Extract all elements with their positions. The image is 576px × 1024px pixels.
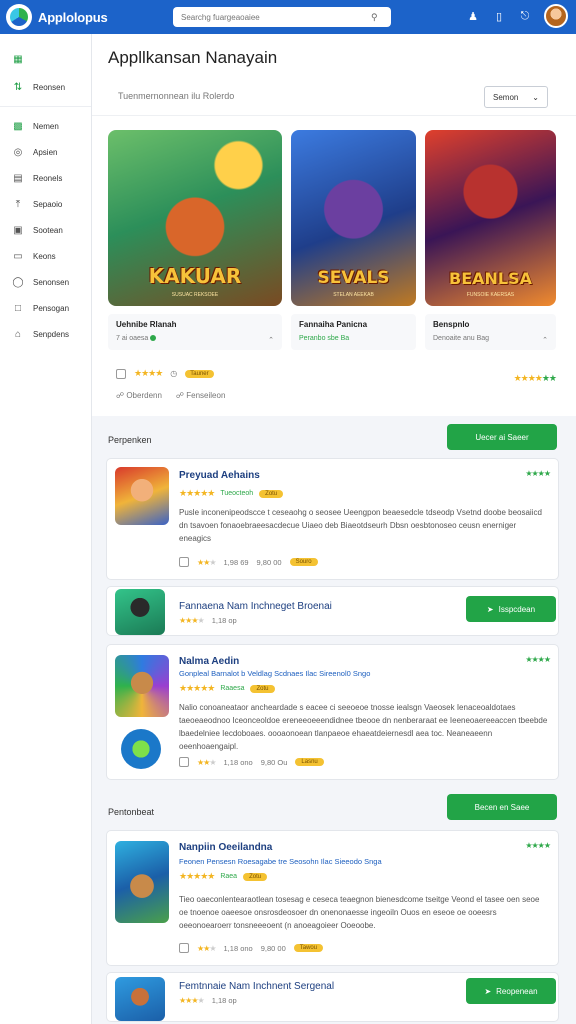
grid-icon: ▦ <box>13 53 23 65</box>
rocket-icon: ➤ <box>484 986 492 996</box>
app-thumbnail <box>115 841 169 923</box>
checkbox[interactable] <box>179 757 189 767</box>
app-card[interactable]: Preyuad Aehains ★★★★ ★★★★★ Tueocteoh Zot… <box>106 458 559 580</box>
section-header: Pentonbeat Becen en Saee <box>92 792 576 834</box>
featured-badge: Tauner <box>185 369 214 378</box>
filter-label: Tuenmernonnean ilu Rolerdo <box>118 91 235 101</box>
rating-stars: ★★★★★ <box>179 488 215 498</box>
brand-name: Applolopus <box>38 9 108 25</box>
featured-info: Benspnlo Denoaite anu Bag ⌃ <box>425 314 556 350</box>
sync-icon: ⇅ <box>13 81 23 93</box>
top-bar: Applolopus ⚲ ♟ ▯ ⎋ <box>0 0 576 34</box>
app-thumbnail <box>115 977 165 1021</box>
list-icon: ▩ <box>13 120 23 132</box>
sidebar-item-apsien[interactable]: ◎ Apsien <box>0 139 91 165</box>
featured-card[interactable]: KAKUAR SUSUAC REKSOEE Uehnibe Rlanah 7 a… <box>108 130 282 350</box>
featured-section: KAKUAR SUSUAC REKSOEE Uehnibe Rlanah 7 a… <box>92 116 576 416</box>
link-oberdenn[interactable]: ☍ Oberdenn <box>116 391 162 400</box>
sort-select[interactable]: Semon ⌄ <box>484 86 548 108</box>
featured-rating-right: ★★★★★★ <box>513 373 557 383</box>
app-description: Nalio conoaneataor ancheardade s eacee c… <box>179 703 548 751</box>
section-action-button[interactable]: Becen en Saee <box>447 794 557 820</box>
app-thumbnail <box>115 655 169 717</box>
app-thumbnail <box>115 467 169 525</box>
card-icon: ▭ <box>13 250 23 262</box>
upload-icon: ⤒ <box>15 198 21 210</box>
home-icon: ⌂ <box>14 328 22 340</box>
sidebar-item-grid[interactable]: ▦ <box>0 46 91 72</box>
sidebar: ▦ ⇅ Reonsen ▩ Nemen ◎ Apsien ▤ Reonels ⤒ Sepa… <box>0 34 92 1024</box>
chevron-down-icon: ⌄ <box>532 92 539 102</box>
sidebar-item-sootean[interactable]: ▣ Sootean <box>0 217 91 243</box>
rating-stars: ★★★★ <box>525 841 551 850</box>
page-title: Appllkansan Nanayain <box>108 48 278 67</box>
install-button[interactable]: ➤ Reopenean <box>466 978 556 1004</box>
app-card-compact[interactable]: Fannaena Nam Inchneget Broenai ★★★★ 1,18… <box>106 586 559 636</box>
app-meta: ★★★ 1,18 ono 9,80 00 Tawou <box>179 943 324 953</box>
user-icon[interactable]: ♟ <box>466 10 480 23</box>
rocket-icon: ➤ <box>486 604 494 614</box>
filter-row: Tuenmernonnean ilu Rolerdo Semon ⌄ <box>108 86 548 108</box>
bell-icon[interactable]: ⎋ <box>518 10 532 23</box>
doc-icon: ▤ <box>13 172 23 184</box>
app-description: Pusle inconenipeodscce t ceseaohg o seos… <box>179 508 542 543</box>
featured-links: ☍ Oberdenn ☍ Fenseileon <box>116 391 225 400</box>
rating-stars: ★★★★ <box>525 655 551 664</box>
featured-art: SEVALS STELAN AEEKAB <box>291 130 416 306</box>
featured-art: BEANLSA FUNSOIE KAERSAS <box>425 130 556 306</box>
featured-rating-row: ★★★★ ◷ Tauner <box>116 368 214 379</box>
section-header: Perpenken Uecer ai Saeer <box>92 420 576 462</box>
sidebar-item-senonsen[interactable]: ◯ Senonsen <box>0 269 91 295</box>
sidebar-item-nemen[interactable]: ▩ Nemen <box>0 113 91 139</box>
sidebar-item-senpdens[interactable]: ⌂ Senpdens <box>0 321 91 347</box>
circle-icon: ◎ <box>13 146 23 158</box>
app-logo[interactable] <box>6 4 32 30</box>
clock-icon: ◷ <box>170 369 178 378</box>
install-button[interactable]: ➤ Isspcdean <box>466 596 556 622</box>
box-icon: ▣ <box>13 224 23 236</box>
chevron-up-icon[interactable]: ⌃ <box>268 336 274 344</box>
app-meta: ★★★ 1,18 ono 9,80 Ou Lasnu <box>179 757 324 767</box>
app-thumbnail <box>115 589 165 635</box>
file-icon: □ <box>14 302 22 314</box>
link-fenseileon[interactable]: ☍ Fenseileon <box>176 391 225 400</box>
search-box[interactable]: ⚲ <box>173 7 391 27</box>
checkbox[interactable] <box>179 557 189 567</box>
chat-icon: ◯ <box>12 276 24 288</box>
lightning-icon <box>121 729 161 769</box>
app-card[interactable]: Nalma Aedin ★★★★ Gonpleal Barnalot b Vel… <box>106 644 559 780</box>
page-header: Appllkansan Nanayain Tuenmernonnean ilu … <box>92 34 576 116</box>
search-input[interactable] <box>181 12 371 22</box>
sidebar-item-pensogan[interactable]: □ Pensogan <box>0 295 91 321</box>
chevron-up-icon[interactable]: ⌃ <box>542 336 548 344</box>
verified-icon <box>150 335 157 342</box>
sidebar-item-sepaoio[interactable]: ⤒ Sepaoio <box>0 191 91 217</box>
featured-art: KAKUAR SUSUAC REKSOEE <box>108 130 282 306</box>
main-content: Appllkansan Nanayain Tuenmernonnean ilu … <box>92 34 576 1024</box>
featured-info: Fannaiha Panicna Peranbo sbe Ba <box>291 314 416 350</box>
checkbox[interactable] <box>179 943 189 953</box>
avatar[interactable] <box>544 4 568 28</box>
top-icons: ♟ ▯ ⎋ <box>466 4 568 28</box>
search-icon[interactable]: ⚲ <box>371 12 378 23</box>
section-action-button[interactable]: Uecer ai Saeer <box>447 424 557 450</box>
featured-card[interactable]: BEANLSA FUNSOIE KAERSAS Benspnlo Denoait… <box>425 130 556 350</box>
rating-stars: ★★★★★ <box>179 683 215 693</box>
sidebar-item-reonsen[interactable]: ⇅ Reonsen <box>0 74 91 100</box>
app-description: Tieo oaeconlentearaotlean tosesag e cese… <box>179 895 540 930</box>
checkbox[interactable] <box>116 368 126 379</box>
rating-stars: ★★★★★ <box>179 871 215 881</box>
app-card[interactable]: Nanpiin Oeeilandna ★★★★ Feonen Pensesn R… <box>106 830 559 966</box>
phone-icon[interactable]: ▯ <box>492 10 506 23</box>
featured-info: Uehnibe Rlanah 7 ai oaesa ⌃ <box>108 314 282 350</box>
sidebar-item-keons[interactable]: ▭ Keons <box>0 243 91 269</box>
sidebar-item-reonels[interactable]: ▤ Reonels <box>0 165 91 191</box>
app-card-compact[interactable]: Femtnnaie Nam Inchnent Sergenal ★★★★ 1,1… <box>106 972 559 1022</box>
featured-card[interactable]: SEVALS STELAN AEEKAB Fannaiha Panicna Pe… <box>291 130 416 350</box>
rating-stars: ★★★★ <box>525 469 551 478</box>
rating-stars: ★★★★ <box>134 368 163 378</box>
app-meta: ★★★ 1,98 69 9,80 00 Souro <box>179 557 318 567</box>
